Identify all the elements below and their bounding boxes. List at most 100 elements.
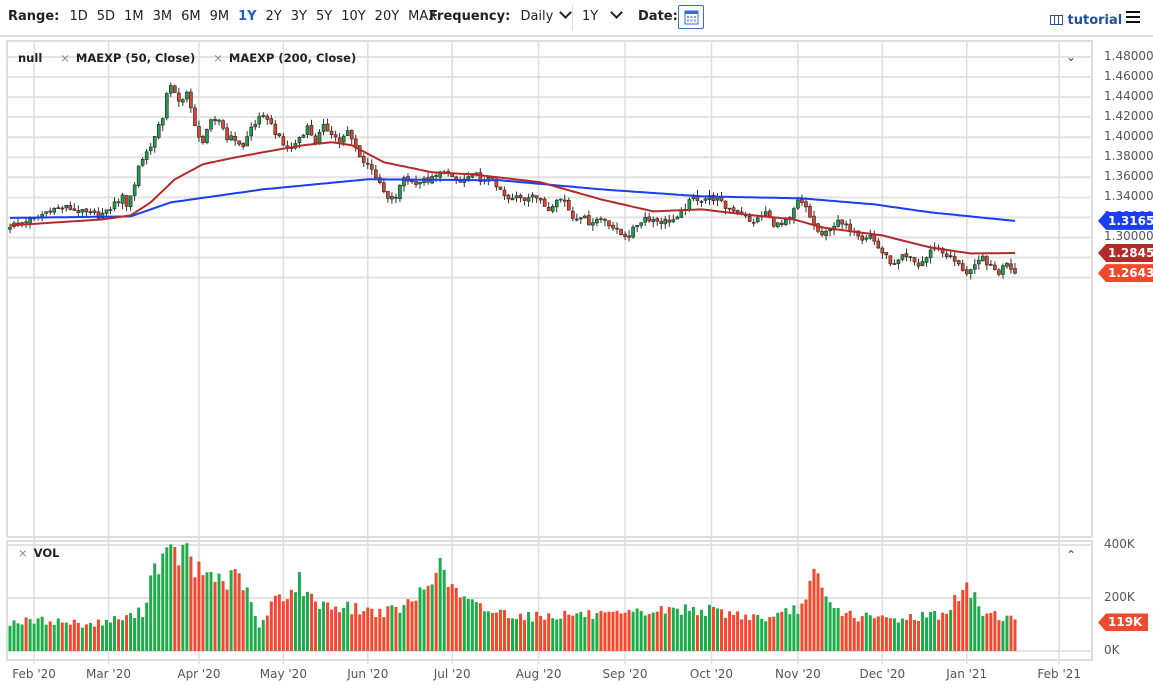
volume-bar: [820, 587, 824, 651]
volume-bar: [559, 618, 563, 651]
candle-body: [747, 216, 752, 222]
volume-bar: [44, 624, 48, 651]
volume-bar: [808, 580, 812, 651]
candle-body: [804, 201, 808, 208]
candle-body: [361, 156, 366, 163]
time-axis-label: Feb '20: [12, 667, 56, 681]
candle-body: [181, 99, 185, 103]
volume-bar: [941, 612, 945, 651]
volume-bar: [157, 574, 161, 651]
volume-bar: [430, 584, 434, 651]
volume-bar: [563, 610, 567, 651]
volume-bar: [470, 599, 474, 651]
volume-bar: [736, 611, 740, 651]
candle-body: [860, 235, 865, 241]
volume-bar: [876, 616, 880, 651]
volume-bar: [181, 544, 185, 651]
candle-body: [703, 198, 708, 201]
candle-body: [872, 234, 877, 242]
volume-bar: [551, 618, 555, 651]
candle-body: [205, 128, 209, 143]
candle-body: [418, 181, 422, 185]
volume-bar: [314, 601, 318, 651]
volume-bar: [977, 606, 981, 651]
candle-body: [132, 184, 137, 196]
volume-bar: [812, 568, 816, 651]
candle-body: [321, 123, 326, 132]
candle-body: [820, 231, 824, 236]
volume-bar: [917, 620, 921, 651]
volume-bar: [687, 610, 691, 651]
candle-body: [398, 184, 402, 199]
candle-body: [972, 264, 977, 270]
volume-bar: [221, 581, 225, 651]
candle-body: [615, 227, 619, 230]
volume-bar: [567, 614, 571, 651]
candle-body: [623, 233, 627, 237]
candle-body: [104, 209, 109, 214]
volume-bar: [253, 615, 257, 651]
remove-volume-icon[interactable]: ×: [18, 546, 28, 560]
candle-body: [309, 125, 314, 136]
volume-bar: [675, 608, 679, 651]
expand-volume-panel-icon[interactable]: ⌃: [1066, 548, 1076, 562]
remove-study-ma50-icon[interactable]: ×: [60, 51, 70, 65]
volume-bar: [728, 611, 732, 651]
candle-body: [349, 129, 354, 140]
volume-bar: [454, 587, 458, 651]
candle-body: [518, 194, 523, 199]
candle-body: [607, 220, 611, 227]
candle-body: [836, 219, 840, 227]
volume-bar: [953, 595, 957, 651]
candle-body: [599, 218, 603, 220]
candle-body: [828, 229, 832, 232]
volume-bar: [402, 605, 406, 651]
candle-body: [24, 221, 28, 224]
volume-bar: [828, 602, 832, 651]
candle-body: [410, 180, 414, 183]
volume-bar: [434, 572, 438, 651]
candle-body: [1005, 262, 1009, 267]
volume-bar: [792, 605, 796, 651]
candle-body: [345, 130, 350, 136]
candle-body: [313, 135, 318, 144]
volume-axis-label: 0K: [1104, 643, 1120, 657]
candle-body: [792, 208, 796, 219]
volume-bar: [824, 596, 828, 651]
volume-bar: [716, 608, 720, 651]
candle-body: [985, 256, 989, 266]
candle-body: [177, 92, 181, 102]
volume-bar: [1009, 615, 1013, 651]
volume-bar: [579, 611, 583, 651]
price-axis-label: 1.46000: [1104, 69, 1153, 84]
volume-bar: [707, 604, 711, 651]
price-chart[interactable]: [0, 0, 1153, 691]
candle-body: [382, 182, 386, 192]
candle-body: [655, 218, 660, 222]
candle-body: [233, 136, 237, 141]
volume-bar: [679, 614, 683, 651]
volume-bar: [390, 605, 394, 651]
volume-bar: [896, 622, 900, 651]
volume-bar: [153, 563, 157, 651]
candle-body: [667, 219, 672, 223]
candle-body: [908, 256, 913, 258]
volume-bar: [334, 606, 338, 651]
candle-body: [635, 225, 639, 228]
volume-bar: [1001, 621, 1005, 651]
volume-bar: [511, 618, 514, 651]
volume-axis-label: 400K: [1104, 537, 1135, 551]
price-axis-label: 1.36000: [1104, 169, 1153, 184]
candle-body: [317, 131, 322, 143]
volume-bar: [338, 612, 342, 651]
remove-study-ma200-icon[interactable]: ×: [213, 51, 223, 65]
candle-body: [506, 194, 511, 200]
volume-bar: [117, 619, 121, 651]
collapse-price-panel-icon[interactable]: ⌄: [1066, 50, 1076, 64]
volume-bar: [724, 617, 728, 651]
volume-bar: [346, 601, 350, 651]
volume-bar: [651, 612, 655, 651]
volume-axis-label: 200K: [1104, 590, 1135, 604]
volume-bar: [515, 619, 519, 651]
volume-bar: [265, 615, 269, 651]
